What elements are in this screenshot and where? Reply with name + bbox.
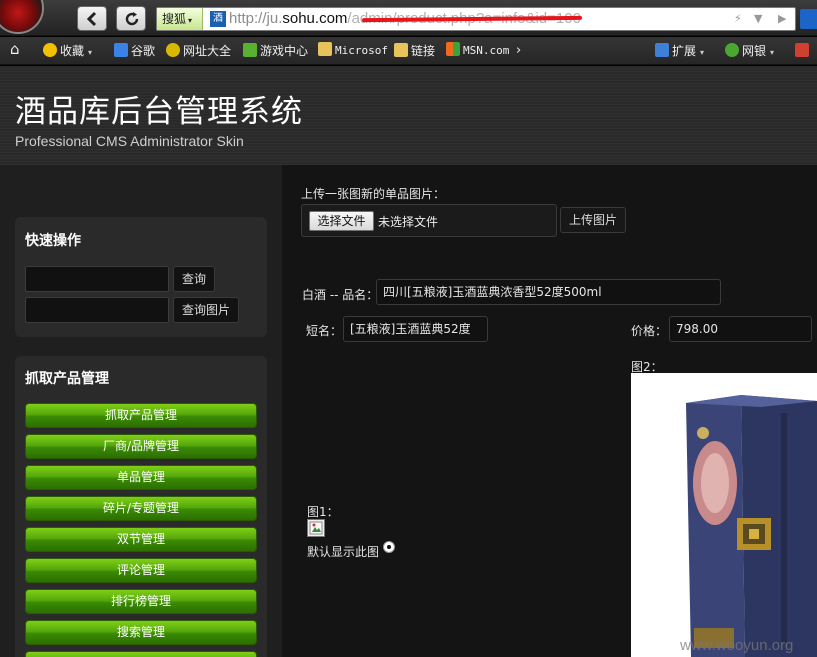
short-name-field[interactable]: [五粮液]玉酒蓝典52度 (343, 316, 488, 342)
plus-circle-icon (166, 43, 180, 57)
menu-grab-products[interactable]: 抓取产品管理 (25, 403, 257, 428)
bookmark-msn[interactable]: MSN.com (446, 42, 509, 60)
site-favicon-icon: 酒 (210, 11, 226, 27)
toolbar-label: 扩展 (672, 44, 697, 58)
browser-logo-icon (0, 0, 44, 34)
quick-actions-title: 快速操作 (25, 233, 81, 249)
product-box-image (631, 373, 817, 657)
product-management-panel: 抓取产品管理 抓取产品管理 厂商/品牌管理 单品管理 碎片/专题管理 双节管理 … (15, 356, 267, 657)
quick-actions-panel: 快速操作 查询 查询图片 (15, 217, 267, 337)
bookmark-label: 链接 (411, 44, 436, 58)
menu-more[interactable] (25, 651, 257, 657)
game-icon (243, 43, 257, 57)
query-image-input[interactable] (25, 297, 169, 323)
bookmark-label: MSN.com (463, 44, 510, 57)
toolbar-extensions[interactable]: 扩展 ▾ (655, 42, 704, 60)
menu-single-product[interactable]: 单品管理 (25, 465, 257, 490)
watermark: www.wooyun.org (680, 637, 794, 654)
bookmark-site-directory[interactable]: 网址大全 (166, 42, 231, 60)
url-prefix: http://ju. (229, 10, 283, 27)
folder-icon (318, 42, 332, 56)
product-name-field[interactable]: 四川[五粮液]玉酒蓝典浓香型52度500ml (376, 279, 721, 305)
menu-fragments-topics[interactable]: 碎片/专题管理 (25, 496, 257, 521)
bookmark-label: 游戏中心 (260, 44, 309, 58)
no-file-text: 未选择文件 (378, 215, 439, 229)
search-engine-selector[interactable]: 搜狐 ▾ (157, 8, 203, 30)
search-icon[interactable] (800, 9, 817, 29)
bank-icon (725, 43, 739, 57)
extensions-icon (655, 43, 669, 57)
price-label: 价格： (631, 324, 668, 338)
bookmark-favorites[interactable]: 收藏 ▾ (43, 42, 92, 60)
folder-icon (394, 43, 408, 57)
go-arrow-icon[interactable]: ▶ (778, 12, 786, 25)
query-button[interactable]: 查询 (173, 266, 215, 292)
toolbar-bank[interactable]: 网银 ▾ (725, 42, 774, 60)
bolt-icon[interactable]: ⚡ (734, 12, 742, 25)
bookmarks-bar: ⌂ 收藏 ▾ 谷歌 网址大全 游戏中心 Microsof 链接 MSN.com ›… (0, 37, 817, 65)
back-button[interactable] (77, 6, 107, 31)
default-display-label: 默认显示此图 (307, 545, 380, 559)
address-bar[interactable]: 搜狐▾ 酒 http://ju.sohu.com/admin/product.p… (156, 7, 796, 31)
url-dropdown-icon[interactable]: ▼ (754, 12, 762, 25)
refresh-icon (125, 12, 139, 26)
short-name-label: 短名： (306, 324, 343, 338)
bookmark-label: 收藏 (60, 44, 85, 58)
bookmark-label: Microsof (335, 44, 388, 57)
product-image (631, 373, 817, 657)
menu-comments[interactable]: 评论管理 (25, 558, 257, 583)
bookmark-google[interactable]: 谷歌 (114, 42, 155, 60)
refresh-button[interactable] (116, 6, 146, 31)
url-host: sohu.com (282, 10, 348, 27)
chevron-down-icon: ▾ (188, 16, 193, 25)
query-image-button[interactable]: 查询图片 (173, 297, 239, 323)
price-field[interactable]: 798.00 (669, 316, 812, 342)
menu-holidays[interactable]: 双节管理 (25, 527, 257, 552)
menu-search[interactable]: 搜索管理 (25, 620, 257, 645)
search-engine-label: 搜狐 (162, 12, 187, 26)
pic1-label: 图1： (307, 505, 339, 519)
upload-image-button[interactable]: 上传图片 (560, 207, 626, 233)
site-subtitle: Professional CMS Administrator Skin (15, 133, 244, 149)
menu-rankings[interactable]: 排行榜管理 (25, 589, 257, 614)
bookmark-links[interactable]: 链接 (394, 42, 435, 60)
home-icon[interactable]: ⌂ (10, 40, 20, 58)
more-bookmarks-icon[interactable]: › (516, 42, 521, 60)
broken-image-icon (307, 519, 325, 537)
bookmark-label: 谷歌 (131, 44, 156, 58)
toolbar-translate[interactable] (795, 42, 812, 60)
google-icon (114, 43, 128, 57)
upload-label: 上传一张图新的单品图片： (301, 187, 446, 201)
menu-vendor-brand[interactable]: 厂商/品牌管理 (25, 434, 257, 459)
query-input[interactable] (25, 266, 169, 292)
chevron-down-icon: ▾ (770, 48, 775, 57)
chevron-down-icon: ▾ (700, 48, 705, 57)
toolbar-label: 网银 (742, 44, 767, 58)
file-picker: 选择文件 未选择文件 (301, 204, 557, 237)
back-arrow-icon (86, 11, 97, 27)
bookmark-microsoft[interactable]: Microsof (318, 42, 388, 60)
star-icon (43, 43, 57, 57)
product-management-title: 抓取产品管理 (25, 371, 109, 387)
site-title: 酒品库后台管理系统 (15, 94, 303, 130)
product-name-label: 白酒 -- 品名： (302, 288, 379, 302)
browser-toolbar: 搜狐▾ 酒 http://ju.sohu.com/admin/product.p… (0, 0, 817, 36)
bookmark-label: 网址大全 (183, 44, 232, 58)
default-display-radio[interactable] (383, 541, 395, 553)
bookmark-game-center[interactable]: 游戏中心 (243, 42, 308, 60)
msn-icon (446, 42, 460, 56)
chevron-down-icon: ▾ (88, 48, 93, 57)
translate-icon (795, 43, 809, 57)
choose-file-button[interactable]: 选择文件 (309, 211, 374, 231)
